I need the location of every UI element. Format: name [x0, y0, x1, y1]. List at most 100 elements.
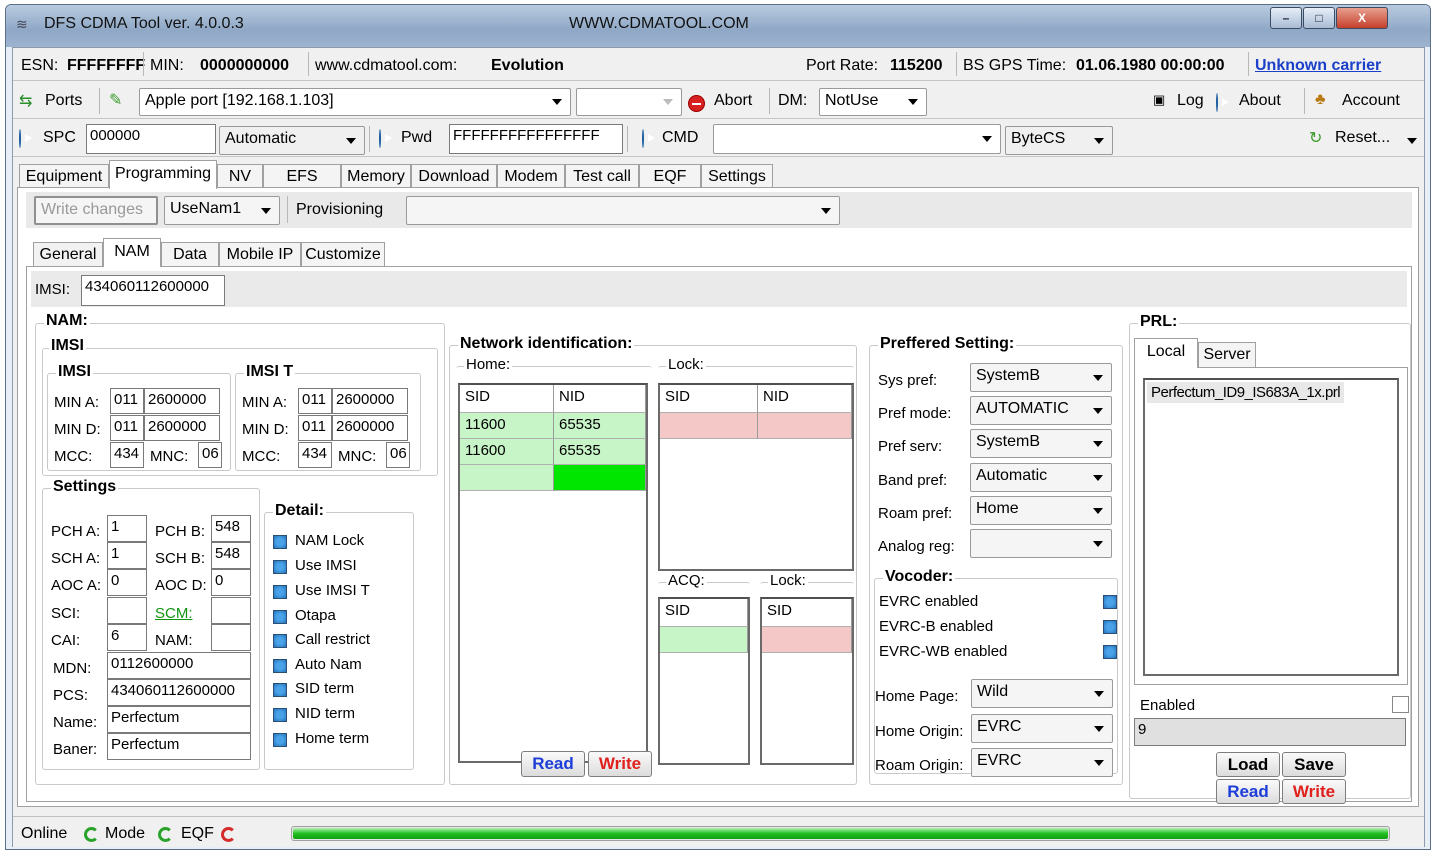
analog-reg-select[interactable]: [970, 529, 1112, 558]
prl-save-button[interactable]: Save: [1282, 752, 1346, 777]
imsi-input[interactable]: 434060112600000: [81, 275, 225, 306]
aoc-a-input[interactable]: 0: [107, 569, 147, 596]
spc-input[interactable]: 000000: [86, 124, 216, 154]
provisioning-select[interactable]: [406, 196, 840, 225]
home-grid[interactable]: SID NID 11600 65535 11600 65535: [458, 383, 648, 763]
dm-select[interactable]: NotUse: [819, 88, 927, 116]
scm-link[interactable]: SCM:: [155, 605, 193, 622]
sch-b-input[interactable]: 548: [211, 542, 251, 569]
prl-value-field[interactable]: 9: [1134, 718, 1406, 746]
write-changes-button[interactable]: Write changes: [34, 196, 158, 225]
pwd-icon[interactable]: [379, 129, 381, 148]
home-page-select[interactable]: Wild: [971, 679, 1113, 708]
tab-settings[interactable]: Settings: [701, 164, 773, 189]
call-restrict-checkbox[interactable]: [273, 634, 287, 648]
prl-tab-server[interactable]: Server: [1198, 342, 1256, 368]
acq-grid[interactable]: SID: [658, 597, 750, 765]
spc-mode-select[interactable]: Automatic: [219, 126, 365, 155]
abort-button[interactable]: Abort: [714, 92, 752, 110]
tab-mobile-ip[interactable]: Mobile IP: [219, 242, 301, 267]
lock2-sid-new-cell[interactable]: [762, 627, 852, 653]
name-input[interactable]: Perfectum: [107, 706, 251, 733]
otapa-checkbox[interactable]: [273, 610, 287, 624]
roam-pref-select[interactable]: Home: [970, 496, 1112, 525]
scm-input[interactable]: [211, 597, 251, 624]
cai-input[interactable]: 6: [107, 624, 147, 651]
reset-dropdown-icon[interactable]: [1407, 138, 1417, 144]
network-read-button[interactable]: Read: [521, 751, 585, 777]
plug-icon[interactable]: ✎: [109, 90, 122, 110]
network-write-button[interactable]: Write: [588, 751, 652, 777]
prl-write-button[interactable]: Write: [1282, 779, 1346, 804]
sci-input[interactable]: [107, 597, 147, 624]
imsi-t-min-d-1[interactable]: 011: [298, 415, 332, 441]
aoc-d-input[interactable]: 0: [211, 569, 251, 596]
imsi-t-min-a-2[interactable]: 2600000: [332, 388, 408, 414]
spc-icon[interactable]: [19, 129, 21, 148]
home-nid-new-cell[interactable]: [554, 465, 646, 491]
reset-button[interactable]: Reset...: [1335, 129, 1390, 147]
bytecs-select[interactable]: ByteCS: [1005, 126, 1113, 155]
pwd-input[interactable]: FFFFFFFFFFFFFFFF: [449, 124, 623, 154]
lock2-grid[interactable]: SID: [760, 597, 854, 765]
lock-nid-new-cell[interactable]: [758, 413, 852, 439]
home-sid-new-cell[interactable]: [460, 465, 554, 491]
home-sid-cell[interactable]: 11600: [460, 413, 554, 439]
pch-a-input[interactable]: 1: [107, 515, 147, 542]
tab-data[interactable]: Data: [161, 242, 219, 267]
tab-nv[interactable]: NV: [217, 164, 263, 189]
imsi-min-a-1[interactable]: 011: [110, 388, 144, 414]
prl-file-item[interactable]: Perfectum_ID9_IS683A_1x.prl: [1147, 382, 1345, 403]
imsi-t-mcc-input[interactable]: 434: [298, 442, 332, 468]
home-origin-select[interactable]: EVRC: [971, 714, 1113, 743]
use-imsi-checkbox[interactable]: [273, 560, 287, 574]
nam-select[interactable]: UseNam1: [164, 196, 280, 225]
prl-tab-local[interactable]: Local: [1134, 338, 1198, 368]
nid-term-checkbox[interactable]: [273, 708, 287, 722]
port-select[interactable]: Apple port [192.168.1.103]: [139, 88, 571, 116]
prl-read-button[interactable]: Read: [1216, 779, 1280, 804]
cmd-select[interactable]: [713, 124, 1001, 154]
imsi-min-d-2[interactable]: 2600000: [144, 415, 220, 441]
evrc-b-checkbox[interactable]: [1103, 620, 1117, 634]
tab-general[interactable]: General: [33, 242, 103, 267]
tab-equipment[interactable]: Equipment: [19, 164, 109, 189]
baner-input[interactable]: Perfectum: [107, 733, 251, 760]
tab-programming[interactable]: Programming: [109, 160, 217, 189]
nam-input[interactable]: [211, 624, 251, 651]
pcs-input[interactable]: 434060112600000: [107, 679, 251, 706]
imsi-mnc-input[interactable]: 06: [198, 442, 222, 468]
use-imsi-t-checkbox[interactable]: [273, 585, 287, 599]
title-bar[interactable]: ≋ DFS CDMA Tool ver. 4.0.0.3 WWW.CDMATOO…: [6, 5, 1430, 47]
ports-button[interactable]: Ports: [45, 92, 82, 110]
band-pref-select[interactable]: Automatic: [970, 463, 1112, 492]
home-sid-cell[interactable]: 11600: [460, 439, 554, 465]
pref-serv-select[interactable]: SystemB: [970, 429, 1112, 458]
tab-memory[interactable]: Memory: [341, 164, 411, 189]
prl-enabled-checkbox[interactable]: [1392, 696, 1409, 713]
close-button[interactable]: X: [1336, 7, 1388, 29]
account-button[interactable]: Account: [1342, 92, 1400, 110]
prl-file-list[interactable]: Perfectum_ID9_IS683A_1x.prl: [1143, 378, 1399, 676]
nam-lock-checkbox[interactable]: [273, 535, 287, 549]
tab-nam[interactable]: NAM: [103, 238, 161, 267]
tab-eqf[interactable]: EQF: [639, 164, 701, 189]
acq-sid-new-cell[interactable]: [660, 627, 748, 653]
imsi-mcc-input[interactable]: 434: [110, 442, 144, 468]
tab-efs[interactable]: EFS: [263, 164, 341, 189]
home-nid-cell[interactable]: 65535: [554, 439, 646, 465]
evrc-checkbox[interactable]: [1103, 595, 1117, 609]
about-button[interactable]: About: [1239, 92, 1281, 110]
imsi-min-a-2[interactable]: 2600000: [144, 388, 220, 414]
lock-grid[interactable]: SID NID: [658, 383, 854, 571]
pch-b-input[interactable]: 548: [211, 515, 251, 542]
auto-nam-checkbox[interactable]: [273, 659, 287, 673]
sys-pref-select[interactable]: SystemB: [970, 363, 1112, 392]
imsi-t-min-a-1[interactable]: 011: [298, 388, 332, 414]
tab-modem[interactable]: Modem: [497, 164, 565, 189]
home-nid-cell[interactable]: 65535: [554, 413, 646, 439]
imsi-min-d-1[interactable]: 011: [110, 415, 144, 441]
evrc-wb-checkbox[interactable]: [1103, 645, 1117, 659]
prl-load-button[interactable]: Load: [1216, 752, 1280, 777]
log-button[interactable]: Log: [1177, 92, 1204, 110]
